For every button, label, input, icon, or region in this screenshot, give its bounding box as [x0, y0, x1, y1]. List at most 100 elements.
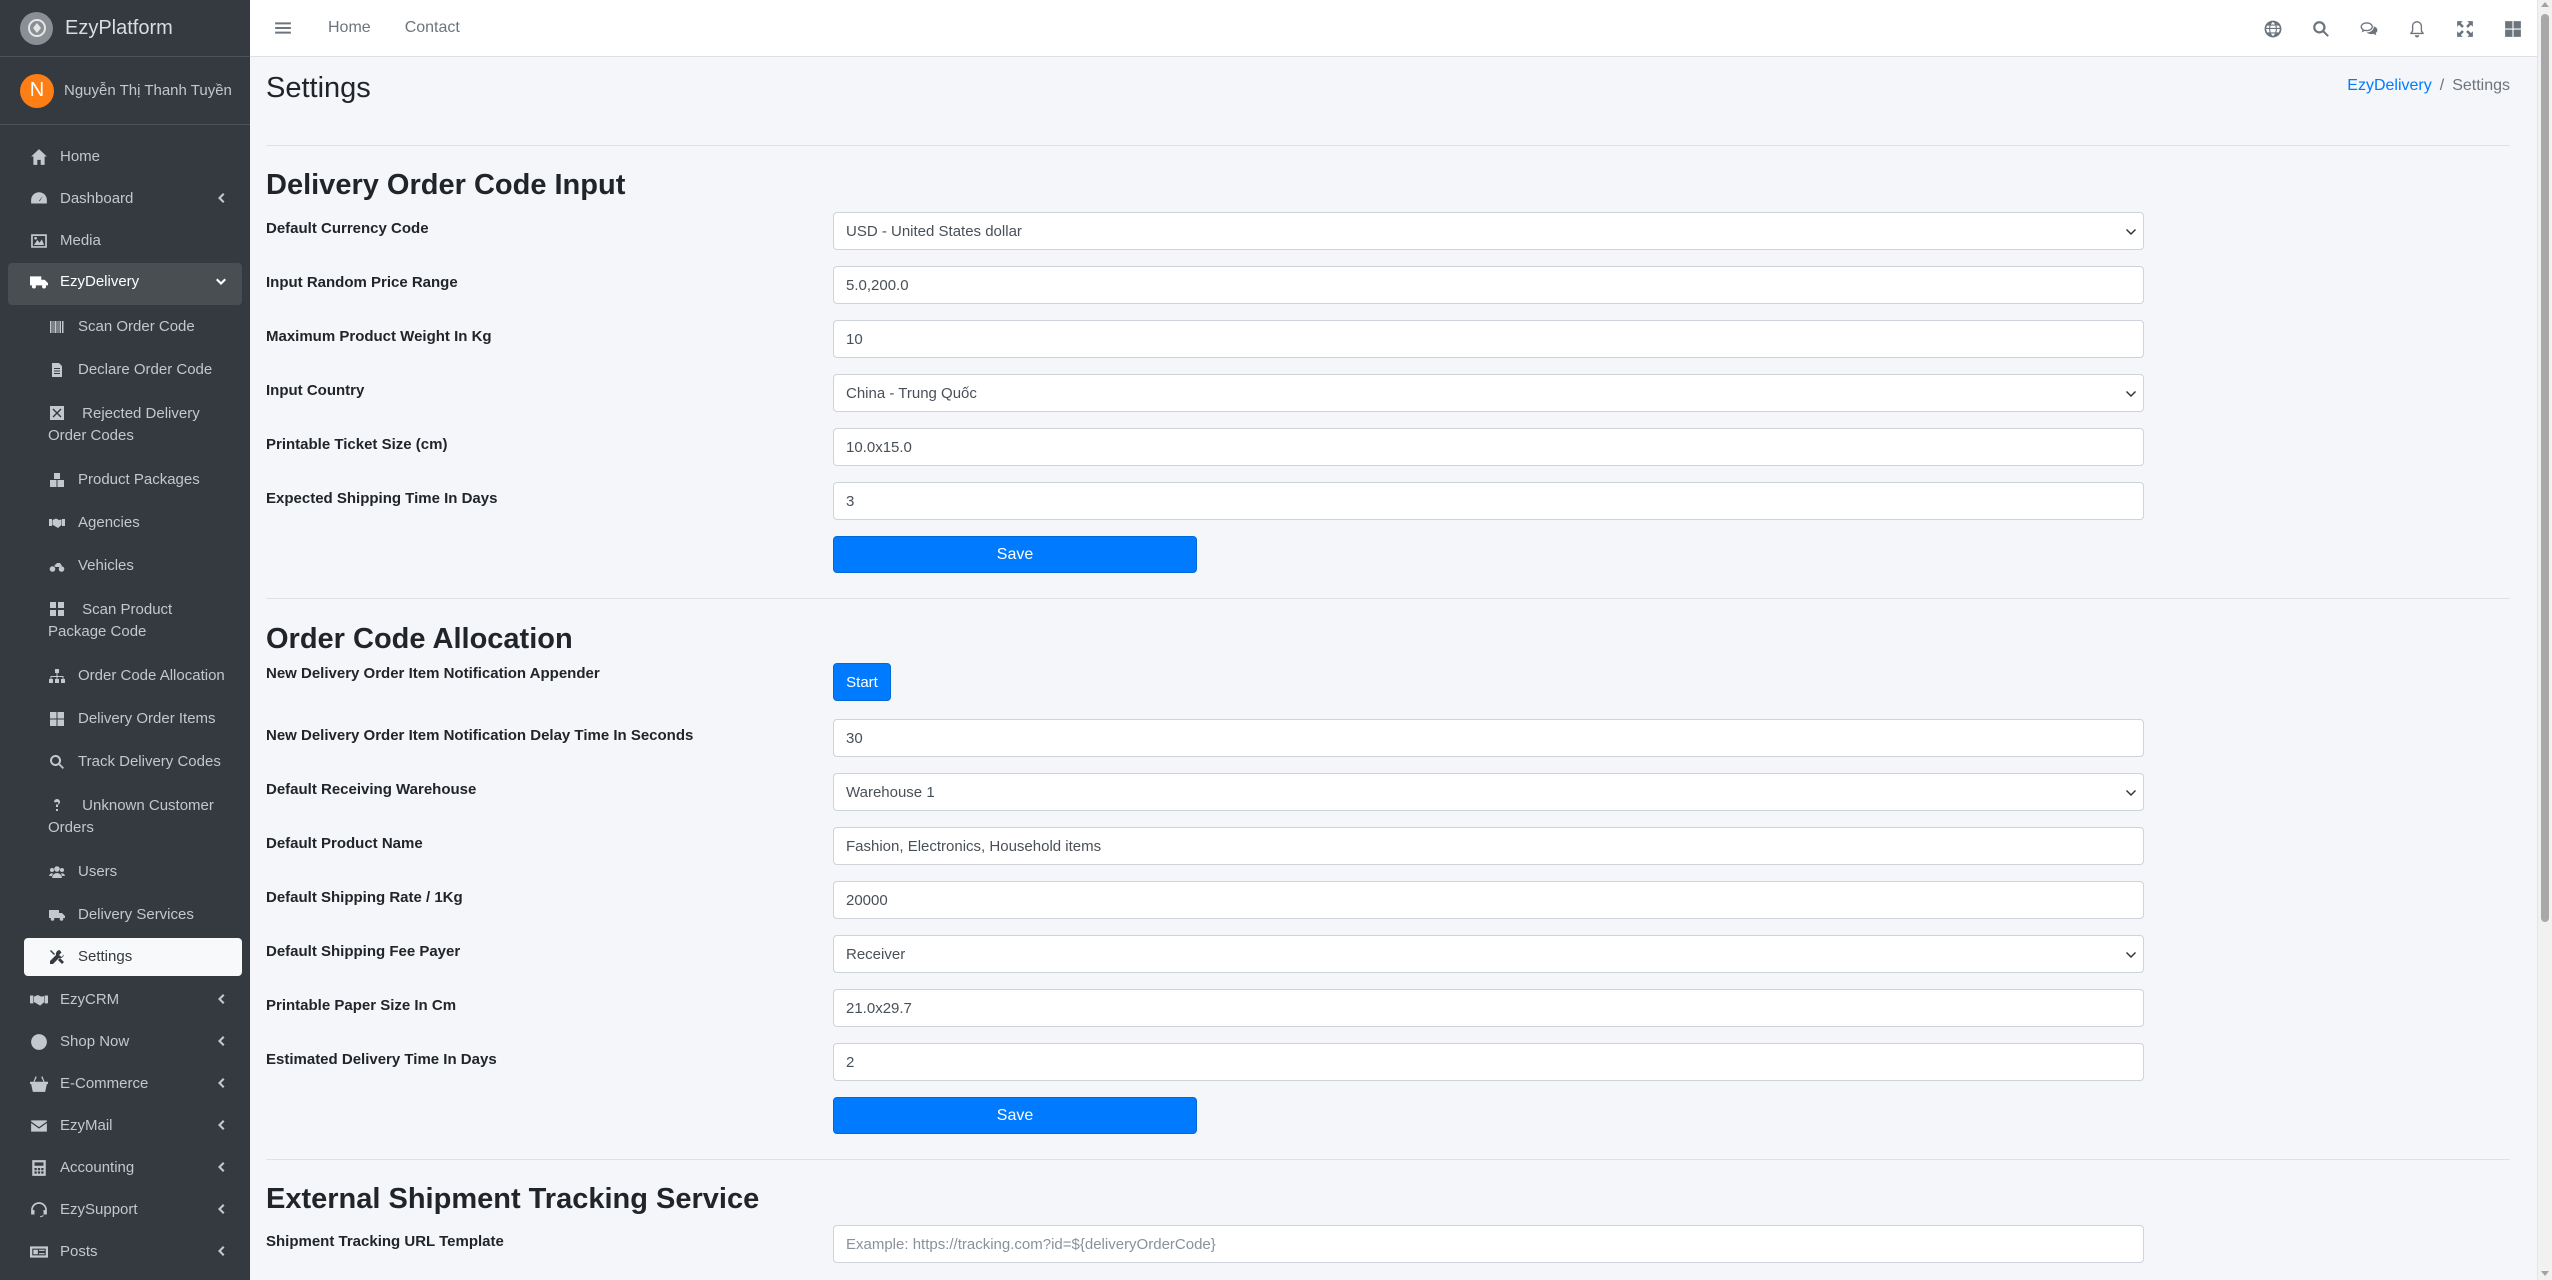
- apps-icon[interactable]: [2489, 0, 2537, 57]
- section-title-delivery-order-code-input: Delivery Order Code Input: [266, 169, 626, 201]
- sidebar-item-track-delivery-codes[interactable]: Track Delivery Codes: [24, 740, 242, 783]
- expected-shipping-time-input[interactable]: 3: [833, 482, 2144, 520]
- chevron-down-icon: [2125, 948, 2137, 960]
- estimated-delivery-time-input[interactable]: 2: [833, 1043, 2144, 1081]
- form-row-default-product-name: Default Product Name Fashion, Electronic…: [266, 827, 2163, 865]
- basket-icon: [28, 1073, 50, 1095]
- scroll-up-icon[interactable]: [2541, 2, 2549, 7]
- select-value: USD - United States dollar: [846, 222, 1022, 240]
- sidebar-item-e-commerce[interactable]: E-Commerce: [8, 1062, 242, 1104]
- handshake-icon: [28, 989, 50, 1011]
- top-navbar: Home Contact: [250, 0, 2537, 57]
- shipping-fee-payer-select[interactable]: Receiver: [833, 935, 2144, 973]
- sidebar-item-ezymail[interactable]: EzyMail: [8, 1104, 242, 1146]
- sidebar-item-users[interactable]: Users: [24, 850, 242, 893]
- notification-delay-input[interactable]: 30: [833, 719, 2144, 757]
- input-country-select[interactable]: China - Trung Quốc: [833, 374, 2144, 412]
- boxes-icon: [48, 469, 66, 491]
- comments-icon[interactable]: [2345, 0, 2393, 57]
- default-currency-select[interactable]: USD - United States dollar: [833, 212, 2144, 250]
- expand-icon[interactable]: [2441, 0, 2489, 57]
- sidebar-item-delivery-order-items[interactable]: Delivery Order Items: [24, 697, 242, 740]
- sidebar-item-rejected-delivery-order-codes[interactable]: Rejected Delivery Order Codes: [24, 391, 242, 458]
- receiving-warehouse-select[interactable]: Warehouse 1: [833, 773, 2144, 811]
- breadcrumb-link-ezydelivery[interactable]: EzyDelivery: [2347, 77, 2431, 94]
- sidebar-item-label: Media: [60, 232, 101, 249]
- printable-paper-size-input[interactable]: 21.0x29.7: [833, 989, 2144, 1027]
- sidebar-item-ezycrm[interactable]: EzyCRM: [8, 978, 242, 1020]
- sidebar-item-label: Home: [60, 148, 101, 165]
- nav-link-home[interactable]: Home: [328, 19, 371, 37]
- nav-link-contact[interactable]: Contact: [405, 19, 460, 37]
- form-row-printable-ticket-size: Printable Ticket Size (cm) 10.0x15.0: [266, 428, 2163, 466]
- globe-icon[interactable]: [2249, 0, 2297, 57]
- sidebar-item-label: Dashboard: [60, 190, 134, 207]
- bell-icon[interactable]: [2393, 0, 2441, 57]
- menu-toggle-icon[interactable]: [272, 17, 294, 39]
- sidebar-item-label: EzyCRM: [60, 991, 120, 1008]
- chevron-down-icon: [214, 274, 228, 288]
- posts-icon: [28, 1241, 50, 1263]
- sidebar-item-label: EzyMail: [60, 1117, 113, 1134]
- navbar-icons: [2249, 0, 2537, 57]
- sidebar-item-label: Product Packages: [78, 471, 200, 488]
- form-row-default-receiving-warehouse: Default Receiving Warehouse Warehouse 1: [266, 773, 2163, 811]
- sidebar-item-unknown-customer-orders[interactable]: Unknown Customer Orders: [24, 783, 242, 850]
- form-row-default-shipping-fee-payer: Default Shipping Fee Payer Receiver: [266, 935, 2163, 973]
- sidebar-item-dashboard[interactable]: Dashboard: [8, 177, 242, 219]
- select-value: Warehouse 1: [846, 783, 935, 801]
- form-row-input-random-price-range: Input Random Price Range 5.0,200.0: [266, 266, 2163, 304]
- tools-icon: [48, 946, 66, 968]
- sidebar-item-scan-order-code[interactable]: Scan Order Code: [24, 305, 242, 348]
- scrollbar-thumb[interactable]: [2541, 14, 2549, 922]
- form-row-input-country: Input Country China - Trung Quốc: [266, 374, 2163, 412]
- max-product-weight-input[interactable]: 10: [833, 320, 2144, 358]
- user-panel[interactable]: N Nguyễn Thị Thanh Tuyền: [0, 57, 250, 125]
- sidebar-item-posts[interactable]: Posts: [8, 1230, 242, 1272]
- sidebar-item-accounting[interactable]: Accounting: [8, 1146, 242, 1188]
- chevron-down-icon: [2125, 225, 2137, 237]
- chevron-down-icon: [2125, 387, 2137, 399]
- sidebar-item-label: Agencies: [78, 514, 140, 531]
- sidebar-item-delivery-services[interactable]: Delivery Services: [24, 893, 242, 936]
- breadcrumb-current: Settings: [2452, 77, 2510, 94]
- random-price-range-input[interactable]: 5.0,200.0: [833, 266, 2144, 304]
- sidebar-item-settings[interactable]: Settings: [24, 938, 242, 976]
- printable-ticket-size-input[interactable]: 10.0x15.0: [833, 428, 2144, 466]
- sidebar-item-label: Users: [78, 863, 118, 880]
- sidebar-item-product-packages[interactable]: Product Packages: [24, 458, 242, 501]
- breadcrumb: EzyDelivery / Settings: [2347, 77, 2510, 95]
- sidebar-item-order-code-allocation[interactable]: Order Code Allocation: [24, 654, 242, 697]
- save-button[interactable]: Save: [833, 536, 1197, 573]
- tracking-url-template-input[interactable]: Example: https://tracking.com?id=${deliv…: [833, 1225, 2144, 1263]
- default-product-name-input[interactable]: Fashion, Electronics, Household items: [833, 827, 2144, 865]
- scroll-down-icon[interactable]: [2541, 1271, 2549, 1276]
- sidebar-item-label: Track Delivery Codes: [78, 753, 221, 770]
- sidebar-item-label: EzyDelivery: [60, 273, 140, 290]
- sidebar-item-label: Delivery Order Items: [78, 710, 216, 727]
- sidebar-item-declare-order-code[interactable]: Declare Order Code: [24, 348, 242, 391]
- x-square-icon: [48, 402, 66, 424]
- chevron-left-icon: [214, 1033, 228, 1047]
- sidebar-item-ezysupport[interactable]: EzySupport: [8, 1188, 242, 1230]
- shipping-rate-input[interactable]: 20000: [833, 881, 2144, 919]
- section-title-external-shipment-tracking: External Shipment Tracking Service: [266, 1183, 760, 1215]
- search-icon[interactable]: [2297, 0, 2345, 57]
- sidebar-item-home[interactable]: Home: [8, 135, 242, 177]
- sidebar-item-agencies[interactable]: Agencies: [24, 501, 242, 544]
- start-button[interactable]: Start: [833, 663, 891, 701]
- sidebar-item-shop-now[interactable]: Shop Now: [8, 1020, 242, 1062]
- sidebar-item-ezydelivery[interactable]: EzyDelivery: [8, 263, 242, 305]
- sitemap-icon: [48, 665, 66, 687]
- form-row-notification-delay: New Delivery Order Item Notification Del…: [266, 719, 2163, 757]
- save-button[interactable]: Save: [833, 1097, 1197, 1134]
- sidebar-item-media[interactable]: Media: [8, 219, 242, 261]
- brand-link[interactable]: EzyPlatform: [0, 0, 250, 57]
- chevron-left-icon: [214, 1243, 228, 1257]
- file-icon: [48, 359, 66, 381]
- sidebar-item-scan-product-package-code[interactable]: Scan Product Package Code: [24, 587, 242, 654]
- sidebar-item-vehicles[interactable]: Vehicles: [24, 544, 242, 587]
- home-icon: [28, 146, 50, 168]
- page-scrollbar[interactable]: [2537, 0, 2552, 1280]
- sidebar-item-label: Unknown Customer Orders: [48, 797, 214, 836]
